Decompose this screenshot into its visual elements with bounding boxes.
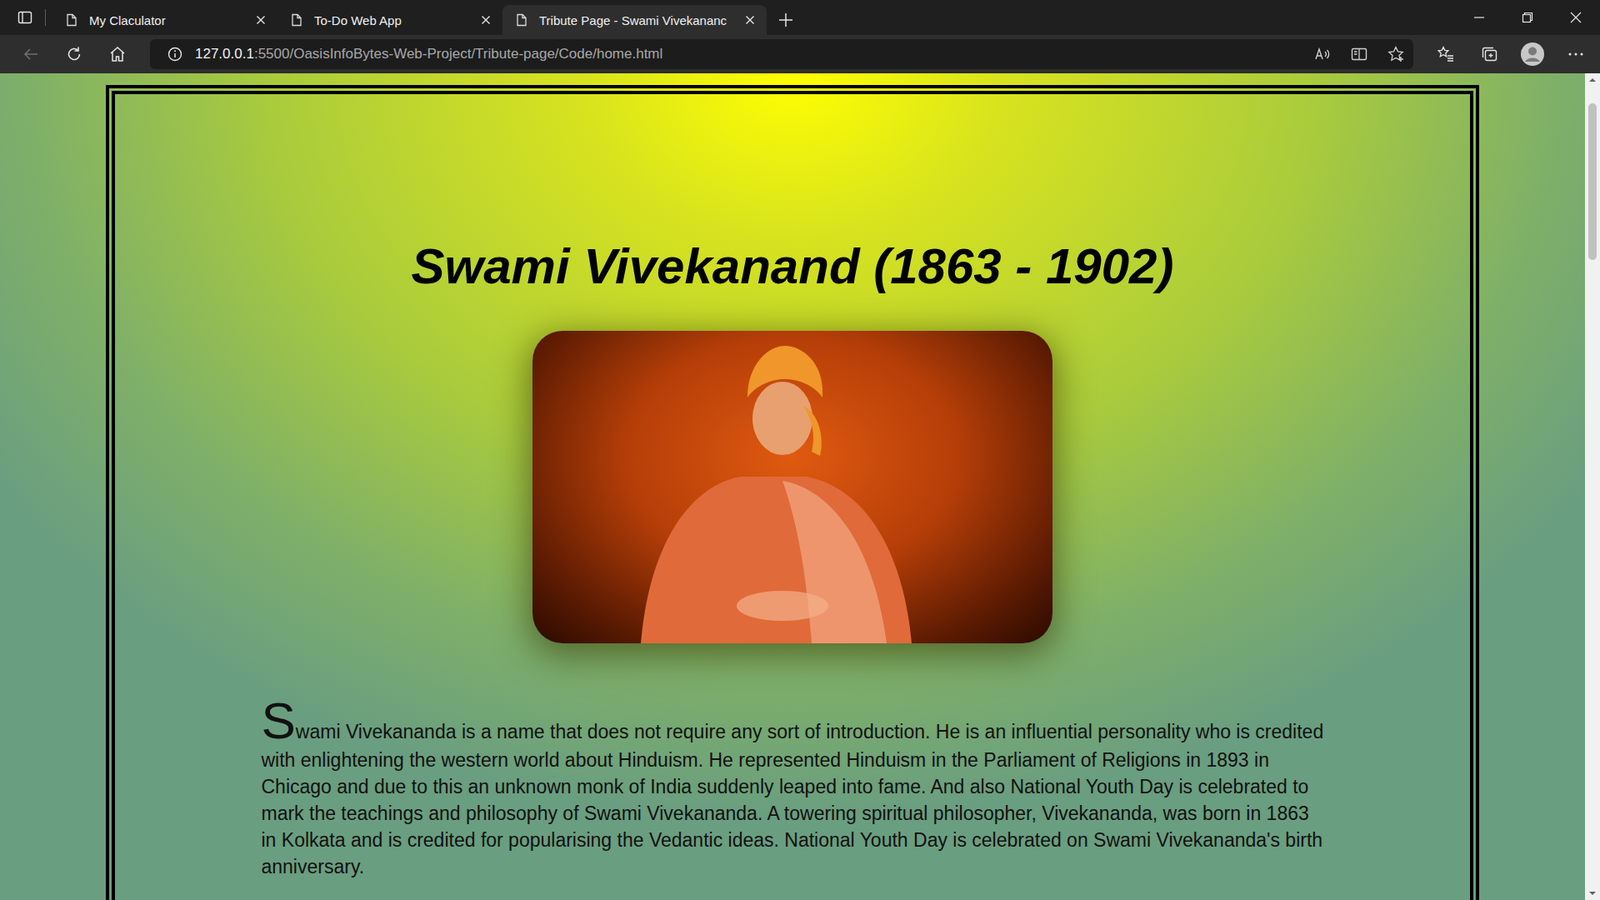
info-icon[interactable]	[166, 45, 184, 63]
home-button[interactable]	[98, 38, 137, 70]
close-window-button[interactable]	[1551, 0, 1600, 35]
favorites-button[interactable]	[1426, 38, 1465, 70]
profile-avatar-icon	[1520, 41, 1545, 67]
tab[interactable]: To-Do Web App	[277, 5, 503, 35]
close-icon[interactable]	[479, 13, 493, 27]
back-button[interactable]	[11, 38, 50, 70]
new-tab-icon[interactable]	[776, 10, 795, 30]
biography-paragraph: Swami Vivekananda is a name that does no…	[261, 695, 1325, 880]
refresh-button[interactable]	[55, 38, 94, 70]
favorites-icon	[1436, 45, 1455, 64]
tab-label: Tribute Page - Swami Vivekananc	[539, 13, 727, 28]
browser-window: My Claculator To-Do Web App Tribute Page -…	[0, 0, 1600, 900]
address-actions	[1313, 45, 1405, 64]
page-icon	[514, 12, 530, 28]
tab[interactable]: My Claculator	[52, 5, 278, 35]
scroll-up-icon[interactable]	[1585, 73, 1600, 87]
close-icon[interactable]	[743, 13, 757, 27]
restore-button[interactable]	[1503, 0, 1552, 35]
web-page: Swami Vivekanand (1863 - 1902) Swami Vive…	[0, 73, 1585, 900]
tribute-frame: Swami Vivekanand (1863 - 1902) Swami Vive…	[105, 85, 1480, 900]
address-bar[interactable]: 127.0.0.1:5500/OasisInfoBytes-Web-Projec…	[150, 39, 1414, 70]
close-icon[interactable]	[254, 13, 268, 27]
toolbar: 127.0.0.1:5500/OasisInfoBytes-Web-Projec…	[0, 35, 1600, 74]
profile-button[interactable]	[1513, 38, 1552, 70]
url-text: 127.0.0.1:5500/OasisInfoBytes-Web-Projec…	[195, 45, 1302, 63]
scroll-thumb[interactable]	[1588, 103, 1597, 260]
collections-button[interactable]	[1470, 38, 1509, 70]
close-icon	[1570, 11, 1582, 24]
scroll-track	[1585, 86, 1600, 887]
home-icon	[108, 45, 127, 64]
minimize-button[interactable]	[1455, 0, 1504, 35]
viewport: Swami Vivekanand (1863 - 1902) Swami Vive…	[0, 73, 1600, 900]
separator	[45, 9, 46, 26]
collections-icon	[1480, 45, 1499, 64]
add-favorite-icon[interactable]	[1386, 45, 1405, 64]
immersive-reader-icon[interactable]	[1350, 45, 1369, 64]
back-arrow-icon	[21, 45, 40, 64]
portrait-photo	[532, 330, 1053, 644]
minimize-icon	[1473, 11, 1485, 24]
scroll-down-icon[interactable]	[1585, 886, 1600, 900]
page-icon	[64, 12, 80, 28]
tab-actions-icon[interactable]	[16, 9, 34, 26]
tab[interactable]: Tribute Page - Swami Vivekananc	[502, 5, 767, 35]
read-aloud-icon[interactable]	[1313, 45, 1332, 64]
tab-strip: My Claculator To-Do Web App Tribute Page -…	[52, 5, 1455, 35]
more-button[interactable]	[1556, 38, 1595, 70]
page-icon	[289, 12, 305, 28]
scrollbar[interactable]	[1585, 73, 1600, 900]
restore-icon	[1521, 11, 1534, 24]
window-controls	[1455, 0, 1600, 35]
tab-label: My Claculator	[89, 13, 238, 28]
more-icon	[1566, 45, 1585, 64]
refresh-icon	[65, 45, 84, 64]
page-heading: Swami Vivekanand (1863 - 1902)	[411, 237, 1175, 296]
tab-label: To-Do Web App	[314, 13, 463, 28]
portrait-figure-icon	[532, 330, 1053, 644]
tab-bar: My Claculator To-Do Web App Tribute Page -…	[0, 0, 1600, 35]
